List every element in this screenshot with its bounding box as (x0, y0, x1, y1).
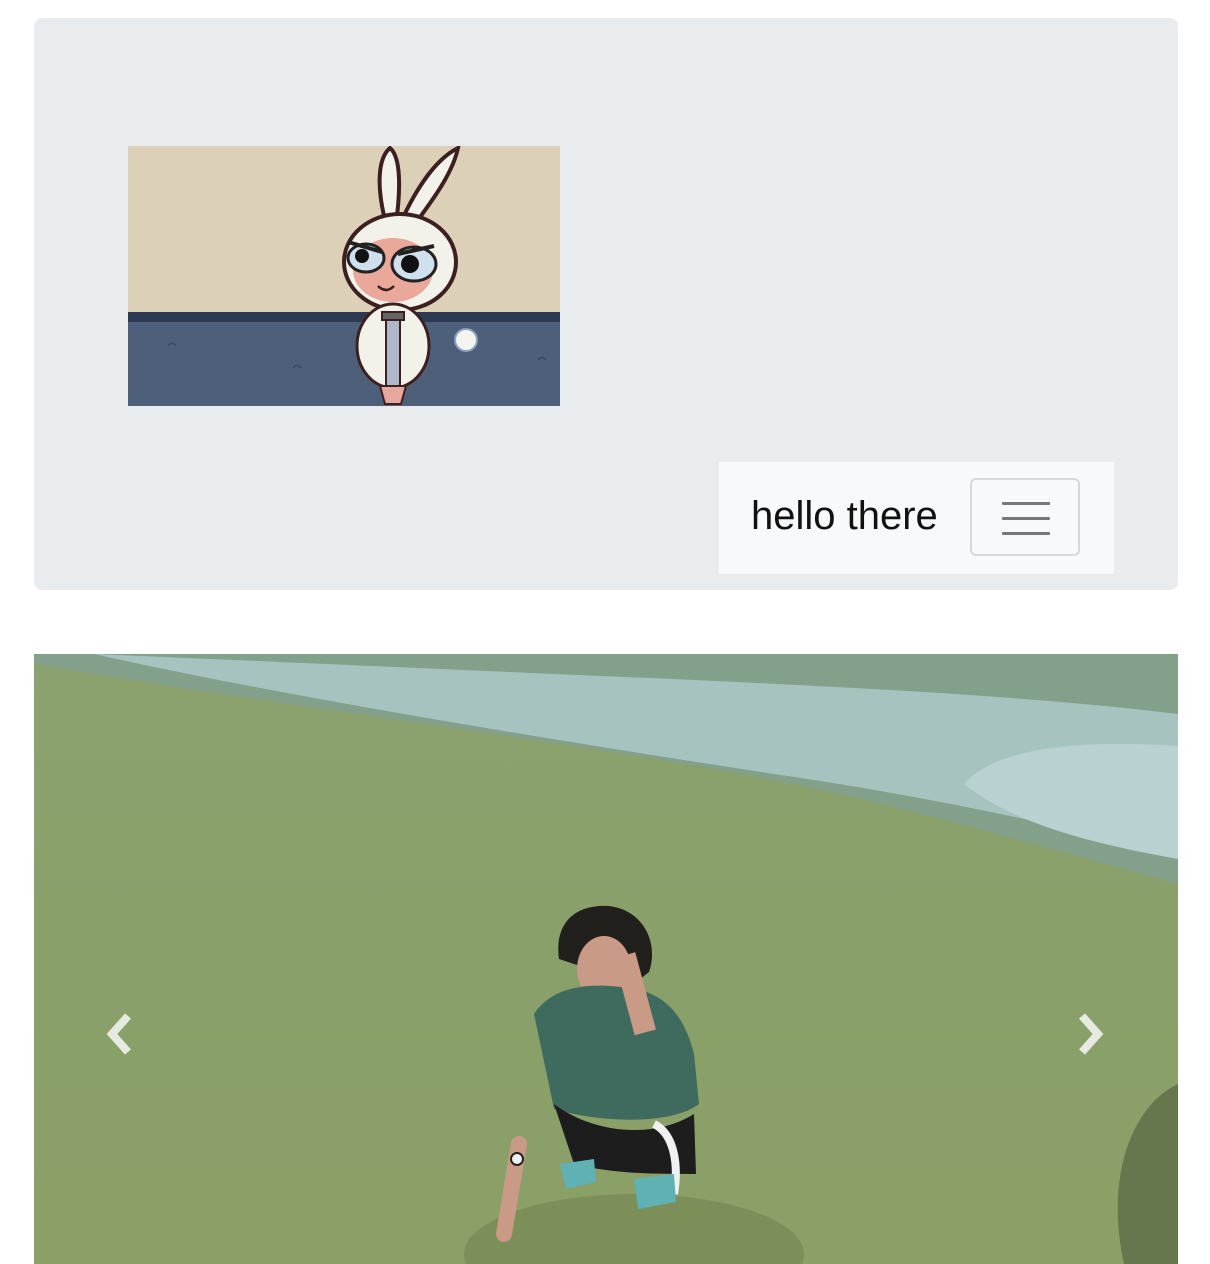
navbar-toggler-button[interactable] (970, 478, 1080, 556)
carousel-photo (34, 654, 1178, 1264)
cartoon-image (128, 146, 560, 406)
navbar: hello there (719, 462, 1114, 574)
navbar-brand[interactable]: hello there (751, 492, 938, 540)
carousel-prev-button[interactable] (84, 1004, 154, 1064)
image-carousel[interactable] (34, 654, 1178, 1264)
chevron-left-icon (106, 1013, 131, 1055)
jumbotron: hello there (34, 18, 1178, 590)
carousel-next-button[interactable] (1056, 1004, 1126, 1064)
chevron-right-icon (1079, 1013, 1104, 1055)
